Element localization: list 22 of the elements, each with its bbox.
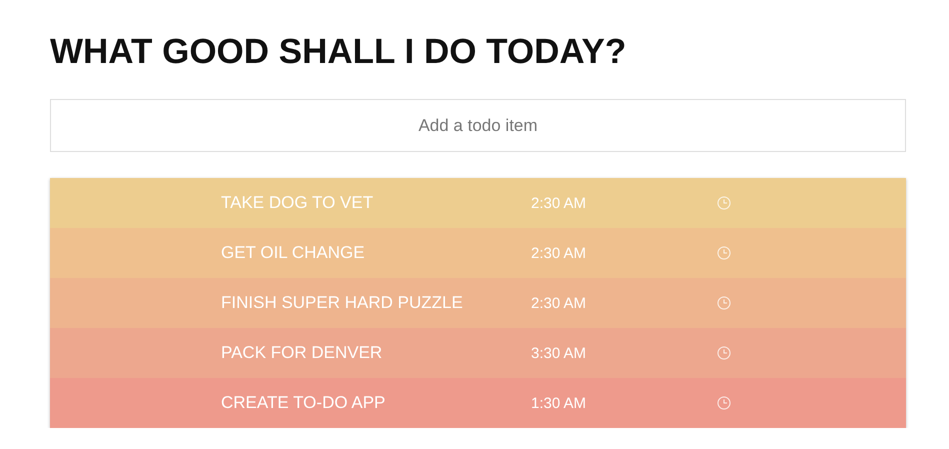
todo-time: 2:30 AM: [531, 244, 588, 262]
todo-row[interactable]: CREATE TO-DO APP 1:30 AM: [50, 378, 906, 428]
todo-row[interactable]: TAKE DOG TO VET 2:30 AM: [50, 178, 906, 228]
todo-row[interactable]: FINISH SUPER HARD PUZZLE 2:30 AM: [50, 278, 906, 328]
todo-time: 2:30 AM: [531, 294, 588, 312]
todo-row[interactable]: PACK FOR DENVER 3:30 AM: [50, 328, 906, 378]
clock-icon[interactable]: [717, 196, 731, 210]
todo-row[interactable]: GET OIL CHANGE 2:30 AM: [50, 228, 906, 278]
todo-time: 3:30 AM: [531, 344, 588, 362]
todo-text: PACK FOR DENVER: [221, 343, 384, 363]
clock-icon[interactable]: [717, 346, 731, 360]
todo-text: CREATE TO-DO APP: [221, 393, 386, 413]
clock-icon[interactable]: [717, 296, 731, 310]
clock-icon[interactable]: [717, 246, 731, 260]
todo-time: 2:30 AM: [531, 194, 588, 212]
clock-icon[interactable]: [717, 396, 731, 410]
todo-input[interactable]: Add a todo item: [50, 99, 906, 152]
todo-text: GET OIL CHANGE: [221, 243, 366, 263]
todo-text: FINISH SUPER HARD PUZZLE: [221, 293, 464, 313]
todo-text: TAKE DOG TO VET: [221, 193, 374, 213]
todo-time: 1:30 AM: [531, 394, 588, 412]
page-title: WHAT GOOD SHALL I DO TODAY?: [50, 31, 628, 73]
